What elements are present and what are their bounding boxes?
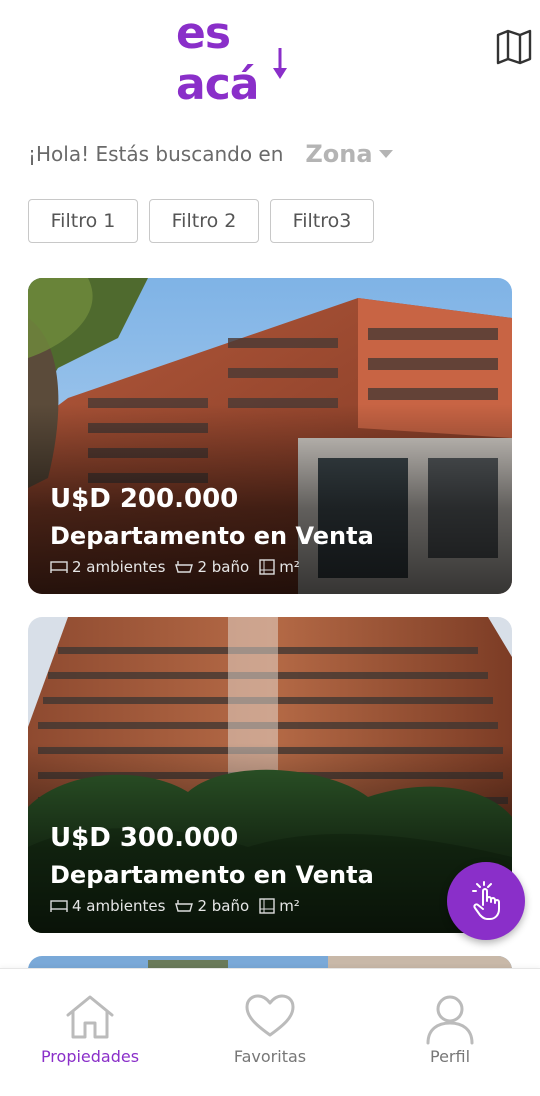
baths-feature: 2 baño: [175, 558, 249, 576]
zone-dropdown[interactable]: Zona: [305, 140, 393, 168]
bed-icon: [50, 900, 68, 912]
area-icon: [259, 898, 275, 914]
rooms-feature: 2 ambientes: [50, 558, 165, 576]
rooms-value: 2 ambientes: [72, 558, 166, 576]
nav-label: Propiedades: [40, 1047, 140, 1066]
rooms-feature: 4 ambientes: [50, 897, 165, 915]
greeting-text: ¡Hola! Estás buscando en: [28, 142, 284, 166]
listing-card[interactable]: U$D 200.000 Departamento en Venta 2 ambi…: [28, 278, 512, 594]
baths-feature: 2 baño: [175, 897, 249, 915]
filter-button-2[interactable]: Filtro 2: [149, 199, 259, 243]
bathtub-icon: [175, 561, 194, 573]
listing-type: Departamento en Venta: [50, 522, 374, 550]
nav-item-propiedades[interactable]: Propiedades: [20, 969, 160, 1096]
area-value: m²: [279, 558, 300, 576]
listing-features: 2 ambientes 2 baño m²: [50, 558, 310, 576]
tap-hand-icon: [472, 881, 500, 920]
search-prompt: ¡Hola! Estás buscando en Zona: [28, 138, 393, 170]
home-icon: [66, 995, 114, 1039]
logo-arrow-icon: [273, 48, 287, 79]
listing-price: U$D 300.000: [50, 823, 239, 853]
rooms-value: 4 ambientes: [72, 897, 166, 915]
filter-button-1[interactable]: Filtro 1: [28, 199, 138, 243]
listing-type: Departamento en Venta: [50, 861, 374, 889]
listing-features: 4 ambientes 2 baño m²: [50, 897, 310, 915]
bottom-navigation: Propiedades Favoritas Perfil: [0, 968, 540, 1096]
baths-value: 2 baño: [197, 558, 250, 576]
zone-value: Zona: [305, 140, 373, 168]
app-logo: es acá: [176, 8, 326, 110]
user-icon: [426, 995, 474, 1045]
area-feature: m²: [259, 558, 300, 576]
logo-text: es acá: [176, 8, 259, 110]
nav-label: Perfil: [429, 1047, 471, 1066]
nav-item-perfil[interactable]: Perfil: [380, 969, 520, 1096]
listing-card[interactable]: U$D 300.000 Departamento en Venta 4 ambi…: [28, 617, 512, 933]
filter-button-3[interactable]: Filtro3: [270, 199, 374, 243]
area-icon: [259, 559, 275, 575]
nav-label: Favoritas: [233, 1047, 307, 1066]
filter-bar: Filtro 1 Filtro 2 Filtro3: [28, 199, 374, 243]
app-header: es acá: [0, 0, 540, 110]
heart-icon: [245, 994, 295, 1037]
caret-down-icon: [378, 150, 393, 158]
listing-price: U$D 200.000: [50, 484, 239, 514]
tap-hand-fab[interactable]: [447, 862, 525, 940]
baths-value: 2 baño: [197, 897, 250, 915]
area-value: m²: [279, 897, 300, 915]
nav-item-favoritas[interactable]: Favoritas: [200, 969, 340, 1096]
map-icon[interactable]: [494, 26, 534, 66]
bathtub-icon: [175, 900, 194, 912]
bed-icon: [50, 561, 68, 573]
area-feature: m²: [259, 897, 300, 915]
